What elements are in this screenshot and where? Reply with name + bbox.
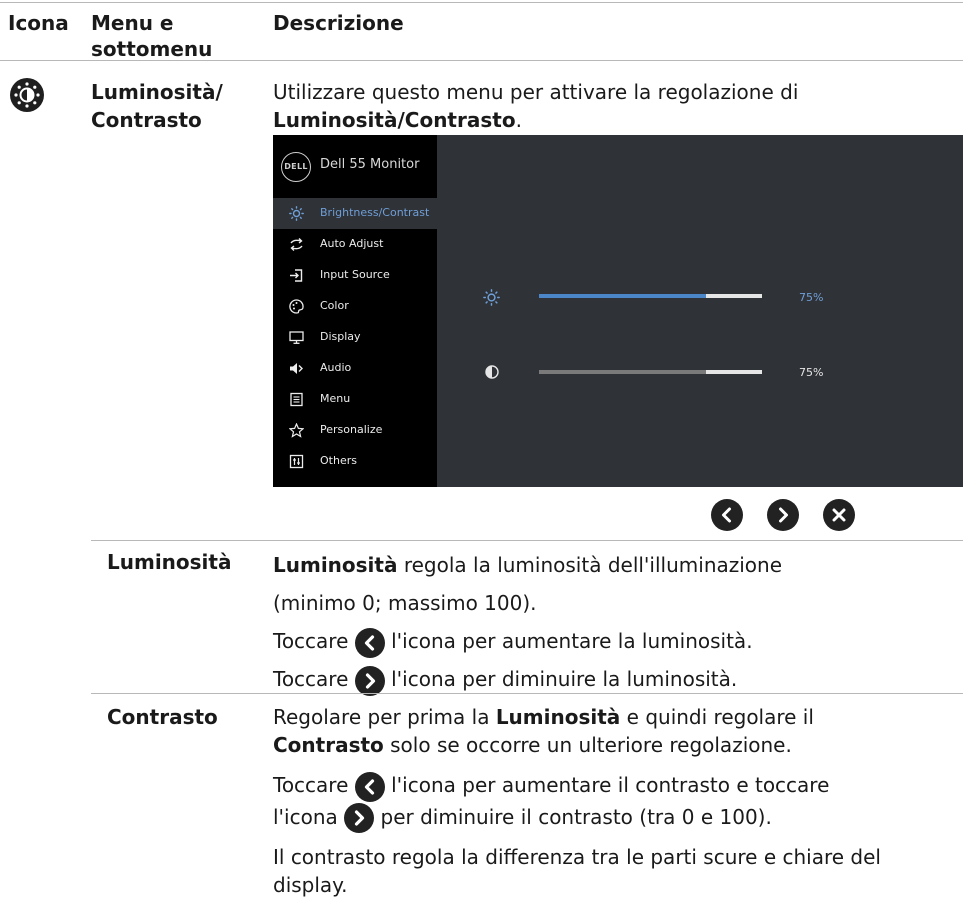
osd-item-label: Personalize [320, 423, 383, 436]
osd-item-label: Auto Adjust [320, 237, 384, 250]
header-menu: Menu e sottomenu [91, 10, 212, 62]
luminosita-line3: Toccare l'icona per aumentare la luminos… [273, 624, 953, 658]
contrasto-p1: Regolare per prima la Luminosità e quind… [273, 703, 958, 759]
contrasto-p1-a: Regolare per prima la [273, 705, 496, 729]
chevron-left-button[interactable] [711, 499, 743, 531]
contrasto-p2-d: per diminuire il contrasto (tra 0 e 100)… [374, 804, 772, 829]
contrasto-p3-line1: Il contrasto regola la differenza tra le… [273, 845, 881, 869]
others-icon [289, 454, 304, 469]
luminosita-description: Luminosità regola la luminosità dell'ill… [273, 548, 953, 696]
contrast-slider[interactable] [539, 370, 762, 374]
osd-item-brightness-contrast[interactable]: Brightness/Contrast [273, 198, 437, 229]
contrasto-p2-c: l'icona [273, 804, 345, 829]
chevron-right-icon [779, 507, 788, 523]
osd-item-auto-adjust[interactable]: Auto Adjust [273, 229, 437, 260]
contrasto-description: Regolare per prima la Luminosità e quind… [273, 703, 958, 899]
brightness-contrast-icon [10, 78, 44, 112]
brightness-sun-icon [483, 289, 500, 306]
osd-item-color[interactable]: Color [273, 291, 437, 322]
osd-sidebar: DELL Dell 55 Monitor Brightness/Contrast… [273, 135, 437, 487]
osd-title: Dell 55 Monitor [320, 157, 420, 172]
osd-item-personalize[interactable]: Personalize [273, 415, 437, 446]
osd-item-label: Menu [320, 392, 351, 405]
osd-item-audio[interactable]: Audio [273, 353, 437, 384]
menu-luminosita: Luminosità [107, 550, 232, 574]
contrast-slider-fill [539, 370, 707, 374]
chevron-right-icon [344, 803, 375, 833]
chevron-left-icon [354, 771, 385, 802]
menu-contrasto: Contrasto [107, 705, 218, 729]
menu-line2: Contrasto [91, 108, 202, 132]
input-source-icon [290, 269, 303, 282]
header-menu-line2: sottomenu [91, 37, 213, 61]
luminosita-line1: Luminosità regola la luminosità dell'ill… [273, 548, 953, 582]
contrast-value: 75% [799, 366, 824, 379]
contrasto-p2-a: Toccare [273, 773, 355, 797]
osd-item-label: Others [320, 454, 357, 467]
osd-item-display[interactable]: Display [273, 322, 437, 353]
row-rule-luminosita [91, 540, 963, 541]
desc-prefix: Utilizzare questo menu per attivare la r… [273, 80, 799, 104]
luminosita-bold: Luminosità [273, 553, 398, 577]
luminosita-line3-pre: Toccare [273, 629, 355, 653]
contrasto-p1-e: solo se occorre un ulteriore regolazione… [383, 733, 792, 757]
menu-doc-icon [290, 392, 303, 407]
speaker-icon [290, 363, 303, 374]
luminosita-line2: (minimo 0; massimo 100). [273, 591, 537, 615]
osd-item-label: Input Source [320, 268, 390, 281]
contrasto-p2-b: l'icona per aumentare il contrasto e toc… [391, 773, 830, 797]
osd-item-label: Color [320, 299, 349, 312]
display-icon [289, 331, 304, 344]
menu-luminosita-contrasto: Luminosità/ Contrasto [91, 78, 223, 134]
osd-panel: DELL Dell 55 Monitor Brightness/Contrast… [273, 135, 963, 487]
header-descrizione: Descrizione [273, 11, 404, 35]
luminosita-line4-pre: Toccare [273, 667, 355, 691]
brightness-slider-fill [539, 294, 707, 298]
brightness-contrast-description: Utilizzare questo menu per attivare la r… [273, 78, 953, 134]
contrasto-p3-line2: display. [273, 873, 348, 897]
sun-icon [289, 206, 304, 221]
osd-item-label: Display [320, 330, 361, 343]
osd-item-label: Audio [320, 361, 352, 374]
close-button[interactable] [823, 499, 855, 531]
color-palette-icon [289, 299, 304, 314]
chevron-right-icon [354, 665, 385, 696]
close-icon [832, 508, 846, 522]
desc-bold: Luminosità/Contrasto [273, 108, 516, 132]
dell-logo: DELL [281, 152, 311, 182]
luminosita-line1-rest: regola la luminosità dell'illuminazione [397, 553, 783, 577]
contrast-icon [485, 365, 499, 379]
chevron-left-icon [354, 627, 385, 658]
luminosita-line4: Toccare l'icona per diminuire la luminos… [273, 662, 953, 696]
osd-item-input-source[interactable]: Input Source [273, 260, 437, 291]
contrasto-p1-c: e quindi regolare il [620, 705, 814, 729]
osd-item-others[interactable]: Others [273, 446, 437, 477]
chevron-right-button[interactable] [767, 499, 799, 531]
brightness-value: 75% [799, 291, 824, 304]
contrasto-p3: Il contrasto regola la differenza tra le… [273, 843, 958, 899]
menu-line1: Luminosità/ [91, 80, 223, 104]
chevron-left-icon [722, 507, 731, 523]
desc-suffix: . [515, 108, 522, 132]
contrasto-p2: Toccare l'icona per aumentare il contras… [273, 770, 958, 833]
luminosita-line4-post: l'icona per diminuire la luminosità. [391, 667, 738, 691]
header-icona: Icona [8, 11, 69, 35]
luminosita-line3-post: l'icona per aumentare la luminosità. [391, 629, 753, 653]
table-top-rule [0, 2, 963, 3]
contrasto-p1-bold1: Luminosità [495, 705, 621, 729]
osd-item-menu[interactable]: Menu [273, 384, 437, 415]
contrasto-p1-bold2: Contrasto [273, 733, 384, 757]
star-icon [289, 423, 304, 438]
brightness-slider[interactable] [539, 294, 762, 298]
osd-item-label: Brightness/Contrast [320, 206, 430, 219]
auto-adjust-icon [290, 238, 303, 251]
row-rule-contrasto [91, 693, 963, 694]
header-menu-line1: Menu e [91, 11, 174, 35]
